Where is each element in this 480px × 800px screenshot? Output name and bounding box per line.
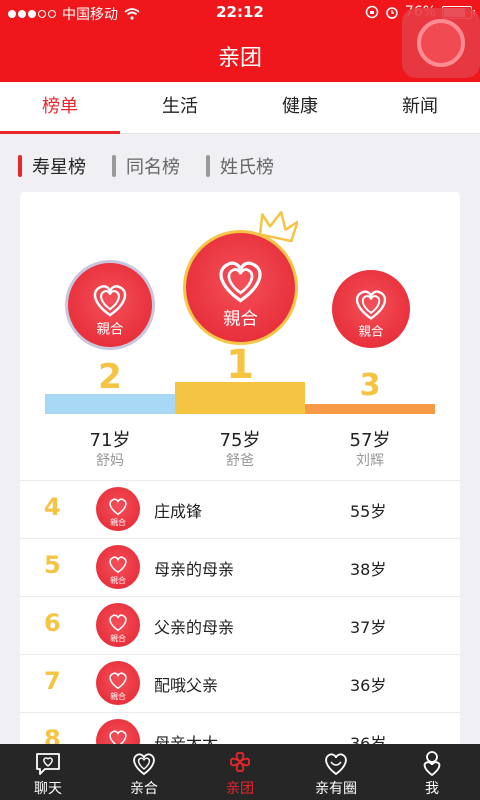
- podium-name-3: 刘辉: [356, 453, 384, 469]
- podium-rank-3: 3: [359, 368, 381, 403]
- crown-icon: [258, 211, 298, 243]
- floating-assist-button[interactable]: [402, 8, 480, 78]
- tab-rankings[interactable]: 榜单: [0, 82, 120, 134]
- podium-age-3: 57岁: [349, 430, 391, 451]
- podium-name-1: 舒爸: [226, 453, 254, 469]
- bottom-nav: 聊天 亲合 亲团 亲有圈 我: [0, 744, 480, 800]
- list-name: 配哦父亲: [154, 676, 219, 695]
- podium-step-1: [175, 382, 305, 414]
- list-age: 36岁: [350, 676, 387, 695]
- podium-step-2: [45, 394, 175, 414]
- avatar-logo-text: 親合: [110, 517, 126, 527]
- list-avatar: 親合: [96, 661, 140, 705]
- subtab-label: 同名榜: [126, 157, 180, 178]
- heart-icon: [133, 753, 155, 776]
- logo-heart-icon: 親合: [109, 614, 127, 643]
- tab-health[interactable]: 健康: [240, 82, 360, 133]
- subtab-label: 寿星榜: [32, 157, 86, 178]
- alarm-icon: [386, 7, 398, 19]
- subtab-longevity[interactable]: 寿星榜: [18, 152, 86, 180]
- logo-heart-icon: 親合: [109, 556, 127, 585]
- tab-life[interactable]: 生活: [120, 82, 240, 133]
- tab-news[interactable]: 新闻: [360, 82, 480, 133]
- podium-step-3: [305, 404, 435, 414]
- list-age: 38岁: [350, 560, 387, 579]
- list-age: 55岁: [350, 502, 387, 521]
- avatar-rank-1[interactable]: 親合: [183, 230, 298, 345]
- top-tabs: 榜单 生活 健康 新闻: [0, 82, 480, 134]
- nav-qintuan[interactable]: 亲团: [192, 744, 288, 800]
- nav-label: 亲有圈: [315, 781, 357, 797]
- logo-heart-icon: 親合: [93, 285, 127, 338]
- subtab-label: 姓氏榜: [220, 157, 274, 178]
- podium-rank-2: 2: [98, 357, 122, 397]
- podium-name-2: 舒妈: [96, 453, 124, 469]
- avatar-rank-3[interactable]: 親合: [332, 270, 410, 348]
- list-item[interactable]: 7 親合 配哦父亲 36岁: [20, 654, 460, 712]
- chat-heart-icon: [36, 753, 60, 775]
- list-name: 父亲的母亲: [154, 618, 235, 637]
- nav-label: 亲合: [130, 781, 158, 797]
- avatar-logo-text: 親合: [97, 322, 124, 338]
- podium-age-1: 75岁: [219, 430, 261, 451]
- list-item[interactable]: 6 親合 父亲的母亲 37岁: [20, 596, 460, 654]
- heart-circle-icon: [325, 753, 347, 776]
- subtab-same-name[interactable]: 同名榜: [112, 152, 180, 180]
- avatar-rank-2[interactable]: 親合: [65, 260, 155, 350]
- top-bar: 中国移动 22:12 76% 亲团: [0, 0, 480, 82]
- list-item[interactable]: 4 親合 庄成锋 55岁: [20, 480, 460, 538]
- list-age: 37岁: [350, 618, 387, 637]
- nav-label: 聊天: [34, 781, 62, 797]
- sub-tabs: 寿星榜 同名榜 姓氏榜: [18, 152, 274, 180]
- list-avatar: 親合: [96, 487, 140, 531]
- nav-chat[interactable]: 聊天: [0, 744, 96, 800]
- nav-me[interactable]: 我: [384, 744, 480, 800]
- person-icon: [423, 751, 441, 777]
- list-avatar: 親合: [96, 603, 140, 647]
- list-rank: 6: [44, 609, 61, 637]
- subtab-marker: [112, 155, 116, 177]
- list-rank: 4: [44, 493, 61, 521]
- list-rank: 5: [44, 551, 61, 579]
- clover-heart-icon: [229, 751, 251, 773]
- avatar-logo-text: 親合: [359, 324, 384, 339]
- logo-heart-icon: 親合: [219, 261, 262, 330]
- podium-age-2: 71岁: [89, 430, 131, 451]
- nav-qinhe[interactable]: 亲合: [96, 744, 192, 800]
- avatar-logo-text: 親合: [110, 633, 126, 643]
- subtab-marker: [18, 155, 22, 177]
- nav-qinyouquan[interactable]: 亲有圈: [288, 744, 384, 800]
- subtab-surname[interactable]: 姓氏榜: [206, 152, 274, 180]
- ranking-card: 親合 親合 親合 2 1 3 71岁 舒妈 75岁 舒爸 57岁 刘辉 4 親合: [20, 192, 460, 752]
- list-name: 庄成锋: [154, 502, 203, 521]
- logo-heart-icon: 親合: [109, 498, 127, 527]
- logo-heart-icon: 親合: [355, 290, 387, 339]
- nav-label: 亲团: [226, 781, 254, 797]
- list-item[interactable]: 5 親合 母亲的母亲 38岁: [20, 538, 460, 596]
- list-name: 母亲的母亲: [154, 560, 235, 579]
- logo-heart-icon: 親合: [109, 672, 127, 701]
- nav-label: 我: [425, 781, 439, 797]
- avatar-logo-text: 親合: [110, 691, 126, 701]
- avatar-logo-text: 親合: [223, 310, 258, 330]
- avatar-logo-text: 親合: [110, 575, 126, 585]
- list-avatar: 親合: [96, 545, 140, 589]
- lock-rotation-icon: [365, 5, 379, 19]
- floating-assist-icon: [417, 19, 465, 67]
- list-rank: 7: [44, 667, 61, 695]
- subtab-marker: [206, 155, 210, 177]
